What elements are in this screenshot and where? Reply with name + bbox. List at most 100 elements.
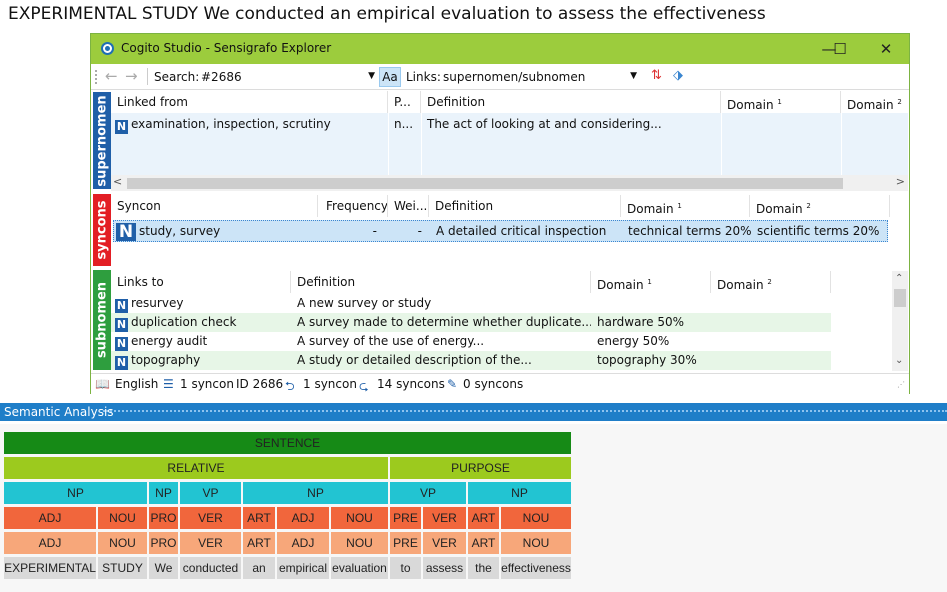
pos-tag[interactable]: NOU (501, 507, 571, 529)
pos-tag[interactable]: ART (243, 507, 275, 529)
vertical-scrollbar[interactable]: ⌃ ⌄ (892, 271, 908, 371)
status-syncon-count[interactable]: 1 syncon (180, 377, 234, 391)
row-term-label: duplication check (131, 315, 237, 329)
scrollbar-thumb[interactable] (894, 289, 906, 307)
chunk-np[interactable]: NP (149, 482, 178, 504)
pos-subtag[interactable]: PRO (149, 532, 178, 554)
col-header-domain1[interactable]: Domain 1 (621, 195, 750, 217)
chunk-np[interactable]: NP (4, 482, 147, 504)
col-header-definition[interactable]: Definition (429, 195, 621, 217)
pos-subtag[interactable]: NOU (501, 532, 571, 554)
list-icon: ☰ (163, 377, 174, 391)
col-header-domain2[interactable]: Domain 2 (841, 91, 908, 113)
col-header-definition[interactable]: Definition (291, 271, 591, 293)
col-header-linked-from[interactable]: Linked from (111, 91, 388, 113)
token[interactable]: to (390, 557, 421, 579)
syncons-grid: Syncon Frequency Wei... Definition Domai… (111, 195, 908, 267)
sentence-box[interactable]: SENTENCE (4, 432, 571, 454)
token[interactable]: We (149, 557, 178, 579)
pos-tag[interactable]: NOU (331, 507, 388, 529)
token[interactable]: an (243, 557, 275, 579)
status-pinned[interactable]: 0 syncons (463, 377, 523, 391)
scroll-right-button[interactable]: > (896, 175, 905, 188)
resize-grip-icon[interactable]: ⋰ (897, 380, 905, 389)
col-header-definition[interactable]: Definition (421, 91, 721, 113)
panel-grip[interactable] (103, 410, 947, 414)
horizontal-scrollbar[interactable]: < > (111, 175, 908, 191)
pos-subtag[interactable]: NOU (331, 532, 388, 554)
col-header-domain1[interactable]: Domain 1 (591, 271, 711, 293)
chevron-down-icon[interactable]: ▼ (630, 71, 637, 81)
pos-tag[interactable]: ART (468, 507, 499, 529)
maximize-button[interactable]: ☐ (825, 37, 855, 61)
scroll-left-button[interactable]: < (113, 175, 122, 188)
pos-subtag[interactable]: ART (468, 532, 499, 554)
chevron-down-icon[interactable]: ⌄ (895, 355, 903, 366)
pos-subtag[interactable]: ADJ (4, 532, 96, 554)
pos-subtag[interactable]: VER (180, 532, 241, 554)
match-case-button[interactable]: Aa (379, 67, 401, 87)
table-row[interactable]: Nexamination, inspection, scrutiny n... … (111, 113, 908, 175)
table-row[interactable]: Nduplication check A survey made to dete… (111, 313, 831, 332)
col-header-weight[interactable]: Wei... (388, 195, 429, 217)
table-row-selected[interactable]: Nstudy, survey - - A detailed critical i… (113, 220, 888, 242)
chevron-down-icon[interactable]: ▼ (368, 71, 375, 81)
sort-icon[interactable]: ⇅ (651, 68, 662, 83)
token[interactable]: the (468, 557, 499, 579)
table-row[interactable]: Nresurvey A new survey or study (111, 294, 831, 313)
col-header-pos[interactable]: P... (388, 91, 421, 113)
col-header-frequency[interactable]: Frequency (318, 195, 388, 217)
chunk-vp[interactable]: VP (180, 482, 241, 504)
pos-tag[interactable]: ADJ (4, 507, 96, 529)
chevron-up-icon[interactable]: ⌃ (895, 273, 903, 284)
supernomen-tab[interactable]: supernomen (93, 92, 111, 189)
row-definition: A survey made to determine whether dupli… (297, 315, 591, 329)
token[interactable]: evaluation (331, 557, 388, 579)
pos-subtag[interactable]: VER (423, 532, 466, 554)
pos-subtag[interactable]: PRE (390, 532, 421, 554)
title-bar[interactable]: Cogito Studio - Sensigrafo Explorer — ☐ … (91, 34, 909, 64)
phrase-purpose[interactable]: PURPOSE (390, 457, 571, 479)
links-combo[interactable]: supernomen/subnomen ▼ (443, 70, 639, 88)
subnomen-tab[interactable]: subnomen (93, 270, 111, 370)
pos-subtag[interactable]: NOU (98, 532, 147, 554)
search-combo[interactable]: #2686 ▼ (201, 70, 377, 88)
pos-tag[interactable]: VER (180, 507, 241, 529)
col-header-domain2[interactable]: Domain 2 (711, 271, 831, 293)
tag-icon[interactable]: ⬗ (673, 68, 683, 83)
status-links-in[interactable]: 1 syncon (303, 377, 357, 391)
col-header-domain1[interactable]: Domain 1 (721, 91, 841, 113)
pos-tag[interactable]: PRO (149, 507, 178, 529)
pos-tag[interactable]: VER (423, 507, 466, 529)
chunk-np[interactable]: NP (468, 482, 571, 504)
forward-button[interactable]: → (125, 67, 138, 85)
pos-tag[interactable]: NOU (98, 507, 147, 529)
chunk-np[interactable]: NP (243, 482, 388, 504)
status-links-out[interactable]: 14 syncons (377, 377, 445, 391)
token[interactable]: effectiveness (501, 557, 571, 579)
token[interactable]: STUDY (98, 557, 147, 579)
pos-tag[interactable]: PRE (390, 507, 421, 529)
status-language[interactable]: English (115, 377, 158, 391)
phrase-relative[interactable]: RELATIVE (4, 457, 388, 479)
col-header-links-to[interactable]: Links to (111, 271, 291, 293)
table-row[interactable]: Nenergy audit A survey of the use of ene… (111, 332, 831, 351)
chunk-vp[interactable]: VP (390, 482, 466, 504)
token[interactable]: EXPERIMENTAL (4, 557, 96, 579)
col-header-domain2[interactable]: Domain 2 (750, 195, 890, 217)
syncons-tab[interactable]: syncons (93, 194, 111, 266)
col-header-syncon[interactable]: Syncon (111, 195, 318, 217)
pos-tag[interactable]: ADJ (277, 507, 329, 529)
pos-subtag[interactable]: ART (243, 532, 275, 554)
token[interactable]: conducted (180, 557, 241, 579)
supernomen-grid: Linked from P... Definition Domain 1 Dom… (111, 91, 908, 191)
close-button[interactable]: ✕ (871, 37, 901, 61)
pos-subtag[interactable]: ADJ (277, 532, 329, 554)
token[interactable]: assess (423, 557, 466, 579)
status-id[interactable]: ID 2686 (236, 377, 283, 391)
token[interactable]: empirical (277, 557, 329, 579)
table-row[interactable]: Ntopography A study or detailed descript… (111, 351, 831, 370)
toolbar-grip[interactable] (95, 70, 97, 84)
scrollbar-thumb[interactable] (127, 178, 843, 189)
back-button[interactable]: ← (105, 67, 118, 85)
